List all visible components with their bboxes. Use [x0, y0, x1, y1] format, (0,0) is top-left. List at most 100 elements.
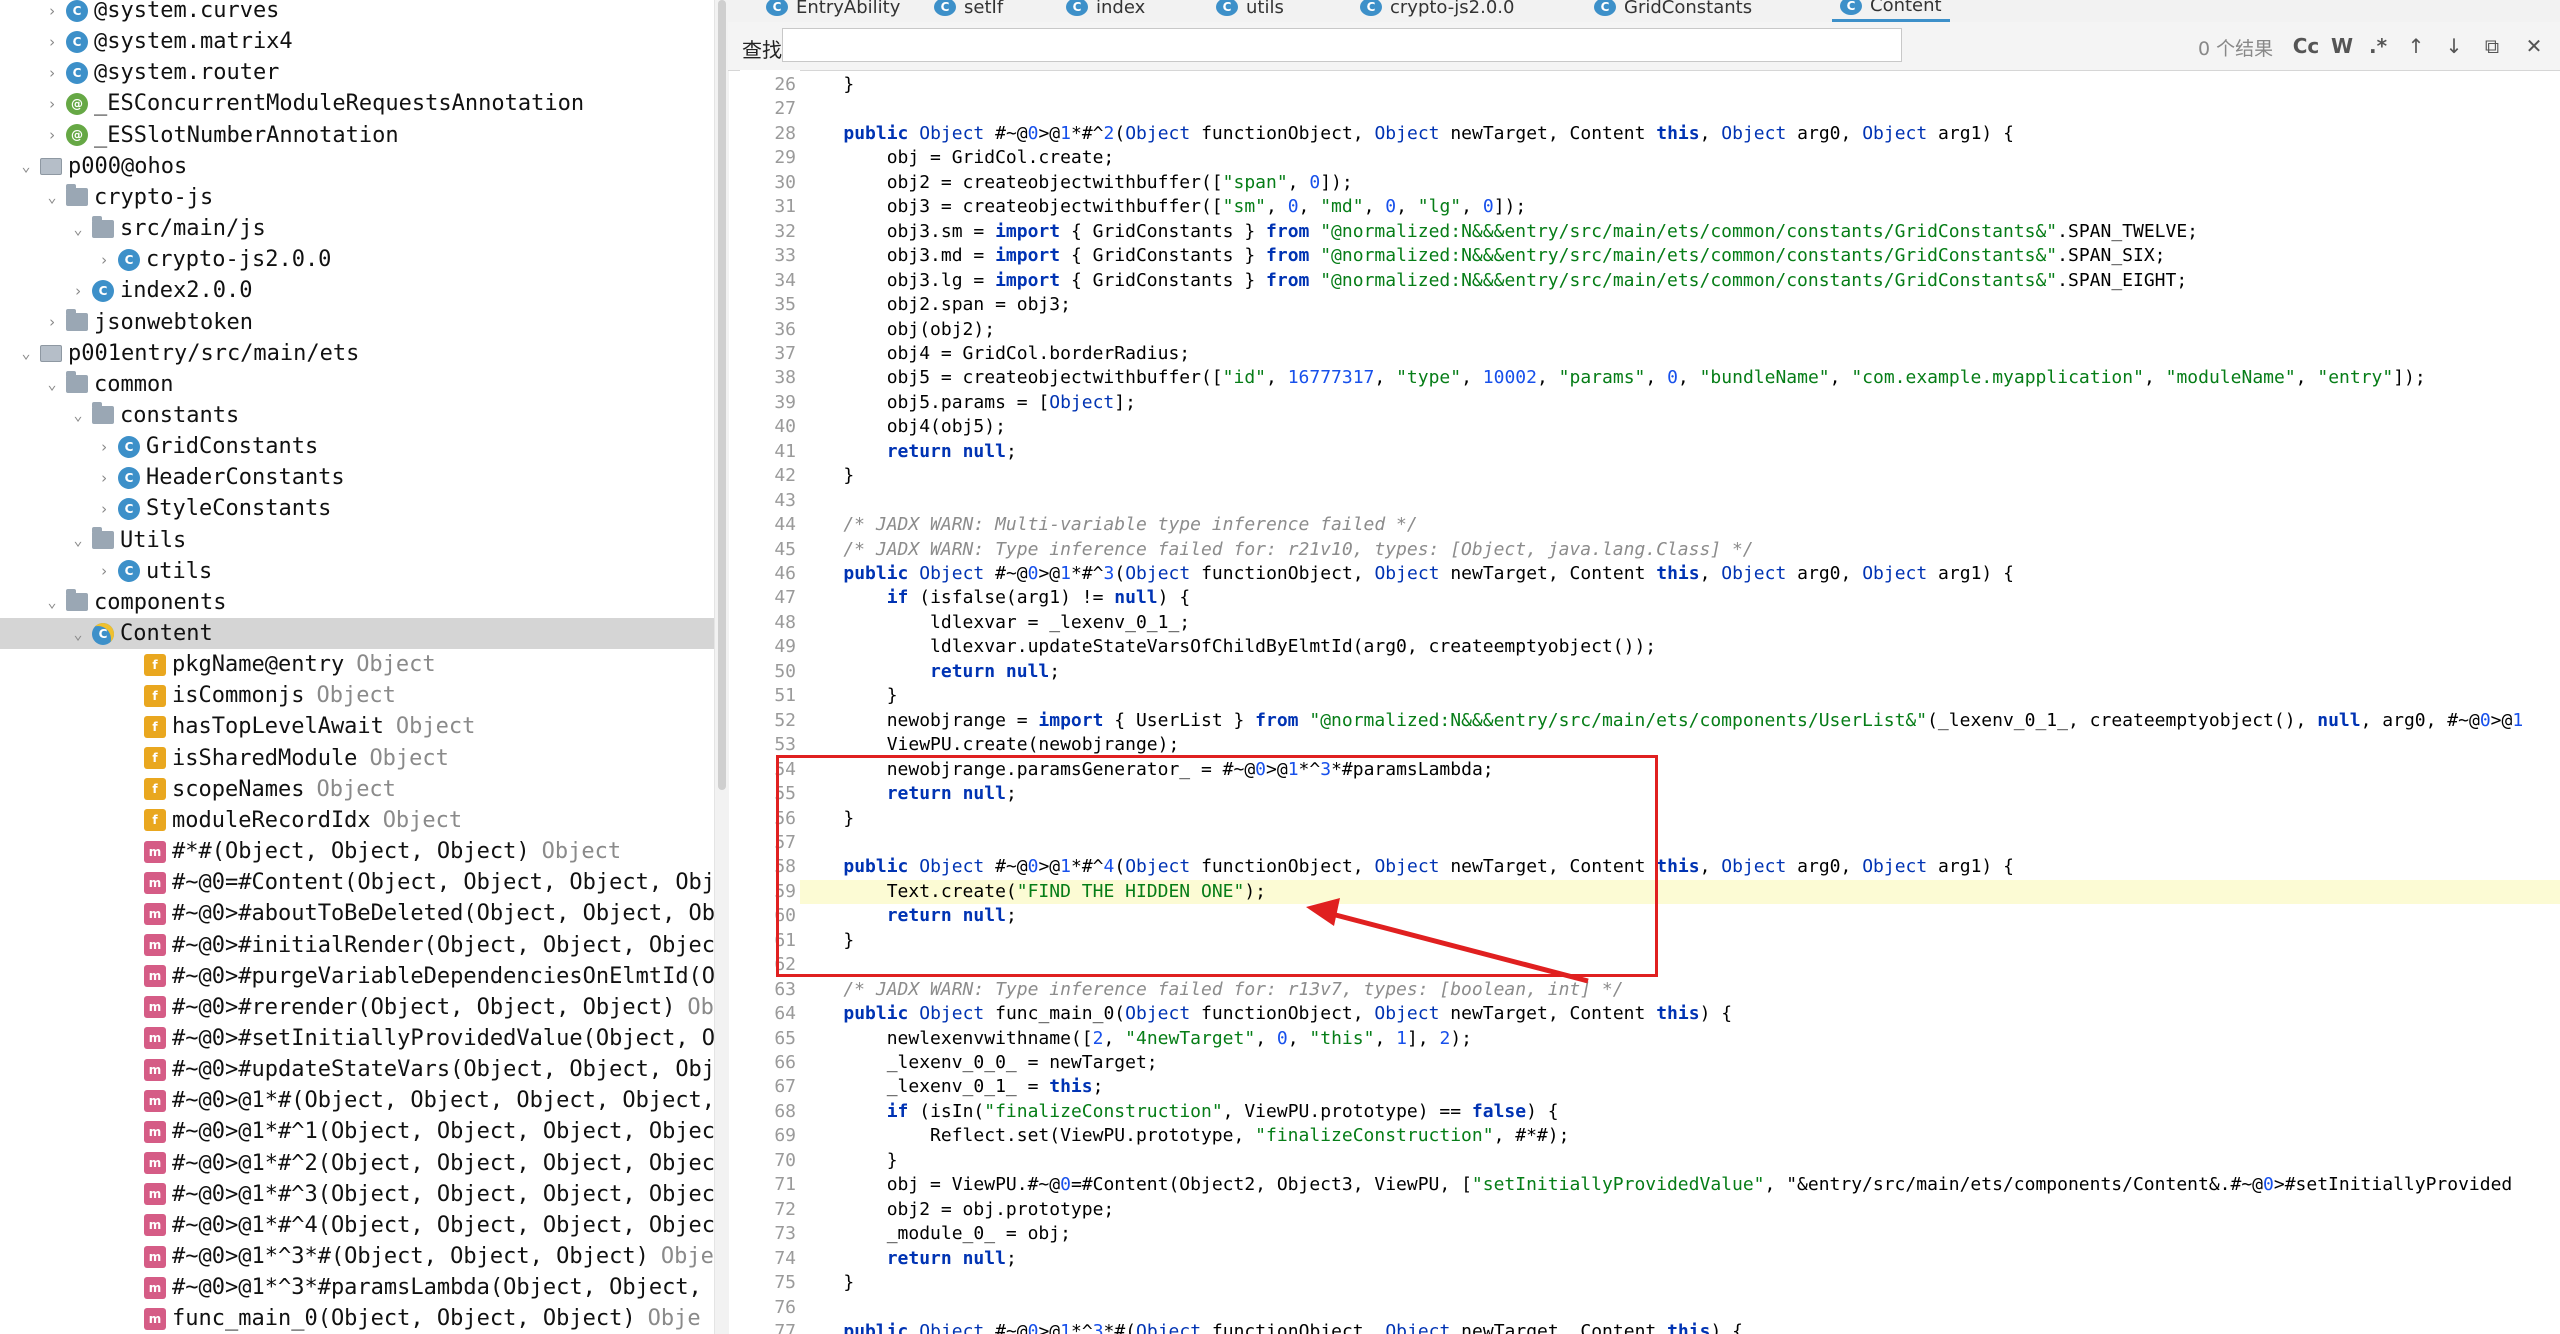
code-line[interactable]: Text.create("FIND THE HIDDEN ONE");	[800, 879, 2560, 904]
code-line[interactable]: _lexenv_0_0_ = newTarget;	[800, 1051, 2560, 1075]
chevron-right-icon[interactable]: ›	[96, 556, 112, 587]
tree-item[interactable]: m #~@0>@1*#^4(Object, Object, Object, Obj…	[0, 1210, 714, 1241]
tree-item[interactable]: f moduleRecordIdx Object	[0, 805, 714, 836]
code-line[interactable]: obj = GridCol.create;	[800, 146, 2560, 170]
code-line[interactable]: obj3.md = import { GridConstants } from …	[800, 244, 2560, 268]
code-line[interactable]: ldlexvar = _lexenv_0_1_;	[800, 611, 2560, 635]
chevron-down-icon[interactable]: ⌄	[44, 587, 60, 618]
code-line[interactable]: newlexenvwithname([2, "4newTarget", 0, "…	[800, 1027, 2560, 1051]
code-line[interactable]: obj5 = createobjectwithbuffer(["id", 167…	[800, 366, 2560, 390]
code-line[interactable]: public Object #~@0>@1*#^3(Object functio…	[800, 562, 2560, 586]
tree-item[interactable]: m #~@0>@1*#^1(Object, Object, Object, Obj…	[0, 1116, 714, 1147]
code-line[interactable]: ldlexvar.updateStateVarsOfChildByElmtId(…	[800, 635, 2560, 659]
code-line[interactable]: obj = ViewPU.#~@0=#Content(Object2, Obje…	[800, 1173, 2560, 1197]
chevron-down-icon[interactable]: ⌄	[70, 400, 86, 431]
code-line[interactable]: }	[800, 73, 2560, 97]
code-line[interactable]: }	[800, 1271, 2560, 1295]
code-line[interactable]: return null;	[800, 1247, 2560, 1271]
tree-item[interactable]: › @ _ESConcurrentModuleRequestsAnnotation	[0, 88, 714, 119]
code-line[interactable]: public Object #~@0>@1*#^4(Object functio…	[800, 855, 2560, 879]
chevron-right-icon[interactable]: ›	[44, 307, 60, 338]
chevron-right-icon[interactable]: ›	[96, 493, 112, 524]
tree-item[interactable]: m #~@0>#aboutToBeDeleted(Object, Object, …	[0, 898, 714, 929]
code-line[interactable]: Reflect.set(ViewPU.prototype, "finalizeC…	[800, 1124, 2560, 1148]
tree-item[interactable]: › @ _ESSlotNumberAnnotation	[0, 120, 714, 151]
code-line[interactable]: return null;	[800, 660, 2560, 684]
tab-gridconstants[interactable]: C GridConstants	[1586, 0, 1760, 22]
chevron-down-icon[interactable]: ⌄	[18, 338, 34, 369]
code-line[interactable]: public Object func_main_0(Object functio…	[800, 1002, 2560, 1026]
tree-item[interactable]: ⌄ constants	[0, 400, 714, 431]
tree-item[interactable]: m #~@0>@1*#(Object, Object, Object, Objec…	[0, 1085, 714, 1116]
tree-item[interactable]: › C @system.matrix4	[0, 26, 714, 57]
code-line[interactable]	[800, 1296, 2560, 1320]
code-line[interactable]: obj3.lg = import { GridConstants } from …	[800, 269, 2560, 293]
code-line[interactable]: }	[800, 464, 2560, 488]
code-line[interactable]	[800, 489, 2560, 513]
tree-item[interactable]: › Cindex2.0.0	[0, 275, 714, 306]
tree-item[interactable]: m #~@0>#purgeVariableDependenciesOnElmtId…	[0, 961, 714, 992]
regex-button[interactable]: .*	[2362, 30, 2394, 62]
tree-item[interactable]: m #~@0>#rerender(Object, Object, Object) O…	[0, 992, 714, 1023]
tree-item[interactable]: f pkgName@entry Object	[0, 649, 714, 680]
code-line[interactable]: return null;	[800, 440, 2560, 464]
close-find-button[interactable]: ✕	[2518, 30, 2550, 62]
next-match-button[interactable]: ↓	[2438, 30, 2470, 62]
tree-item[interactable]: m #~@0>@1*^3*#paramsLambda(Object, Object…	[0, 1272, 714, 1303]
code-line[interactable]: newobjrange = import { UserList } from "…	[800, 709, 2560, 733]
code-line[interactable]: _module_0_ = obj;	[800, 1222, 2560, 1246]
tree-item[interactable]: ⌄ Utils	[0, 525, 714, 556]
tree-item[interactable]: f scopeNames Object	[0, 774, 714, 805]
tree-item[interactable]: ⌄ common	[0, 369, 714, 400]
tab-crypto-js2-0-0[interactable]: Ccrypto-js2.0.0	[1352, 0, 1522, 22]
chevron-right-icon[interactable]: ›	[44, 26, 60, 57]
tree-item[interactable]: ⌄ crypto-js	[0, 182, 714, 213]
find-input[interactable]	[782, 28, 1902, 62]
code-line[interactable]: return null;	[800, 782, 2560, 806]
code-line[interactable]: obj2 = createobjectwithbuffer(["span", 0…	[800, 171, 2560, 195]
chevron-down-icon[interactable]: ⌄	[18, 151, 34, 182]
code-line[interactable]: public Object #~@0>@1*^3*#(Object functi…	[800, 1320, 2560, 1334]
chevron-right-icon[interactable]: ›	[96, 244, 112, 275]
code-line[interactable]: obj4(obj5);	[800, 415, 2560, 439]
tree-item[interactable]: f hasTopLevelAwait Object	[0, 711, 714, 742]
tree-item[interactable]: › Cutils	[0, 556, 714, 587]
tree-item[interactable]: m #~@0>#updateStateVars(Object, Object, O…	[0, 1054, 714, 1085]
code-line[interactable]: }	[800, 1149, 2560, 1173]
code-line[interactable]: /* JADX WARN: Type inference failed for:…	[800, 538, 2560, 562]
chevron-down-icon[interactable]: ⌄	[70, 618, 86, 649]
chevron-right-icon[interactable]: ›	[70, 275, 86, 306]
code-line[interactable]	[800, 953, 2560, 977]
find-options-button[interactable]: ⧉	[2476, 30, 2508, 62]
tree-item[interactable]: ⌄ components	[0, 587, 714, 618]
chevron-right-icon[interactable]: ›	[96, 431, 112, 462]
code-line[interactable]: obj4 = GridCol.borderRadius;	[800, 342, 2560, 366]
chevron-down-icon[interactable]: ⌄	[44, 369, 60, 400]
previous-match-button[interactable]: ↑	[2400, 30, 2432, 62]
code-line[interactable]: }	[800, 684, 2560, 708]
tree-item[interactable]: m #~@0>@1*^3*#(Object, Object, Object) Obj…	[0, 1241, 714, 1272]
code-line[interactable]	[800, 831, 2560, 855]
tab-entryability[interactable]: C EntryAbility	[758, 0, 908, 22]
code-line[interactable]: obj2 = obj.prototype;	[800, 1198, 2560, 1222]
tree-item[interactable]: m func_main_0(Object, Object, Object) Obje	[0, 1303, 714, 1334]
tree-item[interactable]: › C @system.curves	[0, 0, 714, 26]
code-line[interactable]: return null;	[800, 904, 2560, 928]
tree-item[interactable]: ⌄ p000@ohos	[0, 151, 714, 182]
tab-utils[interactable]: Cutils	[1208, 0, 1292, 22]
code-line[interactable]: obj3.sm = import { GridConstants } from …	[800, 220, 2560, 244]
tree-item[interactable]: m #~@0>@1*#^3(Object, Object, Object, Obj…	[0, 1179, 714, 1210]
chevron-right-icon[interactable]: ›	[44, 57, 60, 88]
code-line[interactable]: }	[800, 807, 2560, 831]
tree-item[interactable]: f isSharedModule Object	[0, 743, 714, 774]
tree-item[interactable]: m #~@0>@1*#^2(Object, Object, Object, Obj…	[0, 1148, 714, 1179]
tree-item[interactable]: ⌄ p001entry/src/main/ets	[0, 338, 714, 369]
tree-scrollbar[interactable]	[714, 0, 729, 1334]
chevron-right-icon[interactable]: ›	[44, 0, 60, 26]
code-line[interactable]: obj5.params = [Object];	[800, 391, 2560, 415]
tree-item[interactable]: m #~@0>#initialRender(Object, Object, Obj…	[0, 930, 714, 961]
chevron-right-icon[interactable]: ›	[44, 120, 60, 151]
chevron-down-icon[interactable]: ⌄	[44, 182, 60, 213]
code-line[interactable]: obj3 = createobjectwithbuffer(["sm", 0, …	[800, 195, 2560, 219]
code-line[interactable]: if (isfalse(arg1) != null) {	[800, 586, 2560, 610]
